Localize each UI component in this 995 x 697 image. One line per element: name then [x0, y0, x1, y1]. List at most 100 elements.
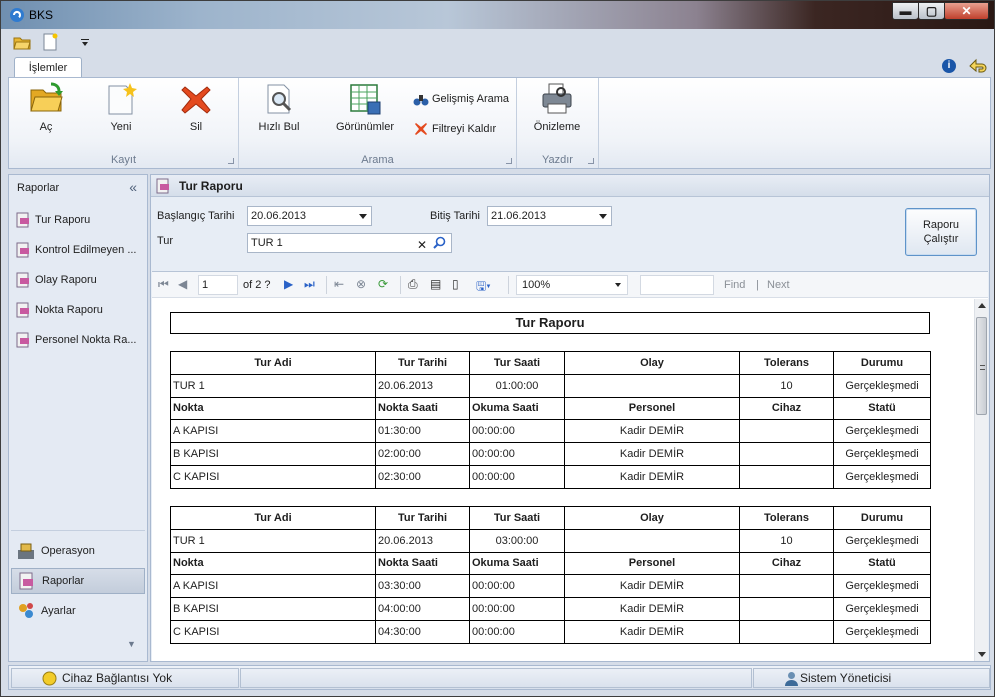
- tour-value: TUR 1: [251, 237, 283, 249]
- vertical-scrollbar[interactable]: [974, 299, 988, 661]
- print-icon[interactable]: ⎙: [408, 277, 418, 293]
- connection-status: Cihaz Bağlantısı Yok: [11, 668, 239, 688]
- cell: Gerçekleşmedi: [833, 442, 931, 466]
- group-launcher-icon[interactable]: [228, 158, 234, 164]
- report-icon: [156, 178, 169, 194]
- table-subheader-row: Nokta Nokta Saati Okuma Saati Personel C…: [170, 551, 931, 576]
- scroll-up-icon[interactable]: [978, 303, 986, 308]
- quick-find-label: Hızlı Bul: [258, 121, 300, 133]
- nav-operasyon[interactable]: Operasyon: [11, 538, 145, 564]
- nav-raporlar[interactable]: Raporlar: [11, 568, 145, 594]
- page-number-input[interactable]: 1: [198, 275, 238, 295]
- report-body: Tur Raporu Tur Adi Tur Tarihi Tur Saati …: [152, 299, 972, 661]
- ribbon-tab-strip: İşlemler i: [9, 55, 989, 79]
- user-status: Sistem Yöneticisi: [753, 668, 990, 688]
- tab-islemler[interactable]: İşlemler: [14, 57, 82, 79]
- cell: C KAPISI: [170, 619, 376, 644]
- delete-button[interactable]: Sil: [164, 82, 228, 142]
- find-link[interactable]: Find: [724, 279, 745, 291]
- search-icon[interactable]: [433, 236, 446, 249]
- chevron-down-icon[interactable]: ▼: [127, 639, 136, 649]
- cell: A KAPISI: [170, 419, 376, 444]
- cell: [739, 597, 834, 621]
- customize-qat-icon[interactable]: [79, 33, 91, 51]
- quick-access-toolbar: [9, 31, 989, 53]
- sidebar-item-olay-raporu[interactable]: Olay Raporu: [15, 269, 147, 291]
- collapse-sidebar-icon[interactable]: «: [129, 179, 137, 195]
- maximize-button[interactable]: ▢: [918, 2, 944, 20]
- report-icon: [16, 332, 29, 348]
- print-preview-label: Önizleme: [533, 121, 581, 133]
- header-cell: Olay: [564, 351, 740, 375]
- tour-label: Tur: [157, 235, 174, 247]
- page-setup-icon[interactable]: ▯: [452, 277, 459, 293]
- clear-filter-button[interactable]: Filtreyi Kaldır: [413, 120, 496, 138]
- cell: Gerçekleşmedi: [833, 597, 931, 621]
- printer-icon: [542, 83, 572, 114]
- sidebar-item-nokta-raporu[interactable]: Nokta Raporu: [15, 299, 147, 321]
- dropdown-arrow-icon[interactable]: [615, 283, 621, 287]
- table-header-row: Tur Adi Tur Tarihi Tur Saati Olay Tolera…: [170, 351, 931, 375]
- connection-status-icon: [42, 671, 57, 686]
- zoom-value: 100%: [522, 279, 551, 291]
- print-preview-button[interactable]: Önizleme: [525, 82, 589, 142]
- tour-lookup[interactable]: TUR 1 ✕: [247, 233, 452, 253]
- first-page-icon[interactable]: ⏮: [158, 277, 169, 293]
- ribbon-group-yazdir: Önizleme Yazdır: [517, 78, 599, 168]
- dropdown-arrow-icon[interactable]: [359, 214, 367, 219]
- back-arrow-icon[interactable]: [969, 58, 987, 74]
- group-launcher-icon[interactable]: [506, 158, 512, 164]
- quick-find-button[interactable]: Hızlı Bul: [247, 82, 311, 142]
- nav-label: Operasyon: [41, 545, 95, 557]
- sidebar-item-label: Kontrol Edilmeyen ...: [35, 244, 137, 256]
- scroll-thumb[interactable]: [976, 317, 987, 415]
- zoom-select[interactable]: 100%: [516, 275, 628, 295]
- info-icon[interactable]: i: [942, 59, 956, 73]
- back-icon[interactable]: ⇤: [334, 277, 344, 293]
- dropdown-arrow-icon[interactable]: [599, 214, 607, 219]
- header-cell: Statü: [833, 551, 931, 576]
- next-page-icon[interactable]: ▶: [284, 277, 293, 293]
- minimize-button[interactable]: ▬: [892, 2, 918, 20]
- new-button[interactable]: Yeni: [89, 82, 153, 142]
- run-report-button[interactable]: Raporu Çalıştır: [905, 208, 977, 256]
- cell: 00:00:00: [469, 419, 565, 444]
- prev-page-icon[interactable]: ◀: [178, 277, 187, 293]
- cell: [739, 619, 834, 644]
- nav-ayarlar[interactable]: Ayarlar: [11, 598, 145, 624]
- cell: Kadir DEMİR: [564, 597, 740, 621]
- close-button[interactable]: ✕: [944, 2, 989, 20]
- title-bar[interactable]: BKS ▬ ▢ ✕: [1, 1, 994, 29]
- last-page-icon[interactable]: ⏭: [304, 277, 315, 293]
- views-button[interactable]: Görünümler: [329, 82, 401, 142]
- tour-table-2: Tur Adi Tur Tarihi Tur Saati Olay Tolera…: [170, 506, 931, 644]
- find-input[interactable]: [640, 275, 714, 295]
- tour-table-1: Tur Adi Tur Tarihi Tur Saati Olay Tolera…: [170, 351, 931, 489]
- end-date-picker[interactable]: 21.06.2013: [487, 206, 612, 226]
- open-button[interactable]: Aç: [14, 82, 78, 142]
- new-document-icon[interactable]: [41, 33, 59, 51]
- table-subheader-row: Nokta Nokta Saati Okuma Saati Personel C…: [170, 396, 931, 421]
- advanced-search-button[interactable]: Gelişmiş Arama: [413, 90, 509, 108]
- header-cell: Tolerans: [739, 506, 834, 530]
- header-cell: Okuma Saati: [469, 551, 565, 576]
- report-icon: [16, 302, 29, 318]
- scroll-down-icon[interactable]: [978, 652, 986, 657]
- print-layout-icon[interactable]: ▤: [430, 277, 441, 293]
- start-date-picker[interactable]: 20.06.2013: [247, 206, 372, 226]
- group-launcher-icon[interactable]: [588, 158, 594, 164]
- clear-icon[interactable]: ✕: [417, 236, 427, 254]
- next-link[interactable]: Next: [767, 279, 790, 291]
- nav-label: Ayarlar: [41, 605, 76, 617]
- report-title: Tur Raporu: [170, 312, 930, 334]
- views-grid-icon: [350, 84, 381, 115]
- export-icon[interactable]: 🖫▾: [476, 277, 491, 293]
- group-label-arama: Arama: [361, 154, 394, 166]
- refresh-icon[interactable]: ⟳: [378, 277, 388, 293]
- sidebar-item-kontrol-edilmeyen[interactable]: Kontrol Edilmeyen ...: [15, 239, 147, 261]
- sidebar-item-tur-raporu[interactable]: Tur Raporu: [15, 209, 147, 231]
- cell: B KAPISI: [170, 442, 376, 466]
- sidebar-item-personel-nokta[interactable]: Personel Nokta Ra...: [15, 329, 147, 351]
- stop-icon[interactable]: ⊗: [356, 277, 366, 293]
- open-folder-icon[interactable]: [13, 33, 31, 51]
